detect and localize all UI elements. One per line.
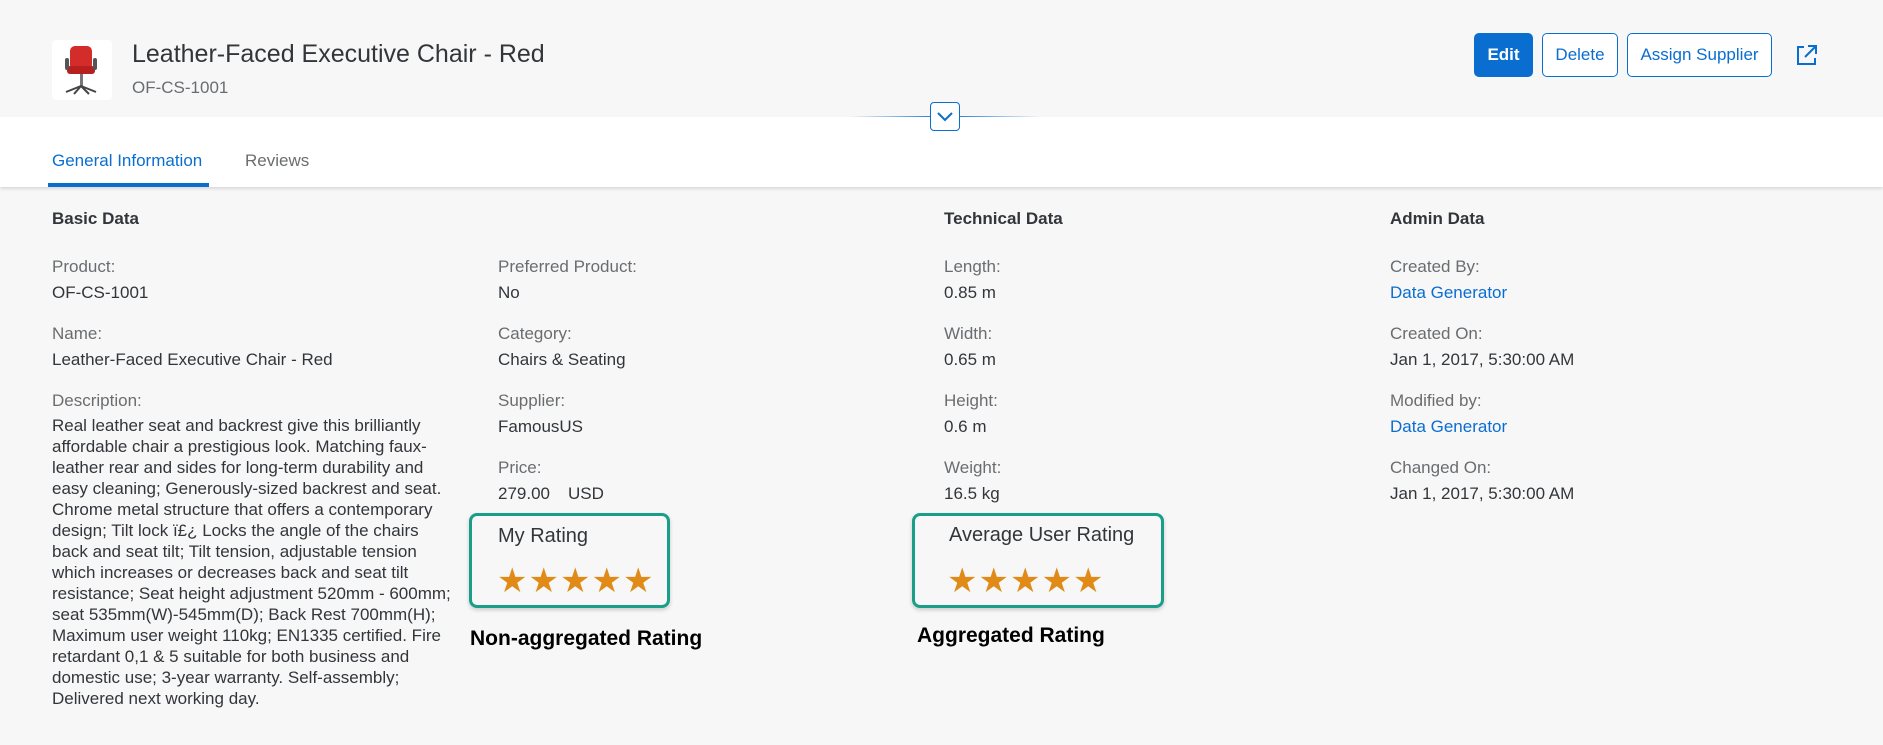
preferred-product-label: Preferred Product: [498, 257, 637, 276]
page-subtitle: OF-CS-1001 [132, 78, 229, 97]
description-label: Description: [52, 391, 142, 410]
delete-button[interactable]: Delete [1542, 33, 1618, 77]
width-label: Width: [944, 324, 993, 343]
length-label: Length: [944, 257, 1001, 276]
page-title: Leather-Faced Executive Chair - Red [132, 40, 545, 68]
chevron-down-icon [937, 111, 953, 121]
category-label: Category: [498, 324, 572, 343]
star-icon: ★ [1072, 561, 1104, 601]
price-value: 279.00 USD [498, 484, 604, 504]
star-icon[interactable]: ★ [591, 564, 621, 598]
object-page-header: Leather-Faced Executive Chair - Red OF-C… [0, 0, 1883, 117]
star-icon[interactable]: ★ [560, 564, 590, 598]
collapse-header-button[interactable] [930, 102, 960, 131]
supplier-value: FamousUS [498, 417, 584, 436]
description-value: Real leather seat and backrest give this… [52, 416, 451, 708]
price-currency: USD [568, 484, 604, 503]
non-aggregated-caption: Non-aggregated Rating [470, 627, 703, 650]
active-tab-indicator [48, 183, 209, 187]
average-rating-label: Average User Rating [949, 524, 1135, 546]
tab-reviews[interactable]: Reviews [245, 151, 309, 171]
product-label: Product: [52, 257, 116, 276]
aggregated-caption: Aggregated Rating [917, 624, 1105, 647]
star-icon: ★ [947, 561, 978, 601]
modified-by-label: Modified by: [1390, 391, 1482, 410]
name-label: Name: [52, 324, 103, 343]
star-icon[interactable]: ★ [497, 564, 527, 598]
price-label: Price: [498, 458, 542, 477]
modified-by-link[interactable]: Data Generator [1390, 417, 1507, 437]
width-value: 0.65 m [944, 350, 996, 369]
name-value: Leather-Faced Executive Chair - Red [52, 350, 333, 369]
my-rating-stars[interactable]: ★ ★ ★ ★ ★ [497, 564, 653, 598]
length-value: 0.85 m [944, 283, 996, 302]
star-icon: ★ [1041, 561, 1072, 601]
star-icon[interactable]: ★ [528, 564, 558, 598]
supplier-label: Supplier: [498, 391, 566, 410]
created-by-link[interactable]: Data Generator [1390, 283, 1507, 303]
edit-button[interactable]: Edit [1474, 33, 1533, 77]
product-thumbnail [52, 40, 112, 100]
tab-general-information[interactable]: General Information [52, 151, 202, 171]
category-value: Chairs & Seating [498, 350, 626, 369]
price-amount: 279.00 [498, 484, 550, 503]
created-on-value: Jan 1, 2017, 5:30:00 AM [1390, 350, 1575, 369]
average-rating-stars: ★ ★ ★ ★ ★ [947, 564, 1103, 598]
admin-data-title: Admin Data [1390, 209, 1485, 228]
chair-icon [65, 46, 97, 95]
height-label: Height: [944, 391, 998, 410]
basic-data-title: Basic Data [52, 209, 139, 228]
weight-value: 16.5 kg [944, 484, 1000, 503]
changed-on-value: Jan 1, 2017, 5:30:00 AM [1390, 484, 1575, 503]
created-by-label: Created By: [1390, 257, 1480, 276]
created-on-label: Created On: [1390, 324, 1483, 343]
star-icon: ★ [1009, 561, 1041, 601]
star-icon: ★ [978, 561, 1009, 601]
star-icon[interactable]: ★ [623, 564, 653, 598]
height-value: 0.6 m [944, 417, 987, 436]
changed-on-label: Changed On: [1390, 458, 1492, 477]
preferred-product-value: No [498, 283, 520, 302]
technical-data-title: Technical Data [944, 209, 1063, 228]
weight-label: Weight: [944, 458, 1002, 477]
product-value: OF-CS-1001 [52, 283, 149, 302]
assign-supplier-button[interactable]: Assign Supplier [1627, 33, 1772, 77]
share-icon[interactable] [1794, 42, 1820, 68]
my-rating-label: My Rating [498, 525, 589, 547]
